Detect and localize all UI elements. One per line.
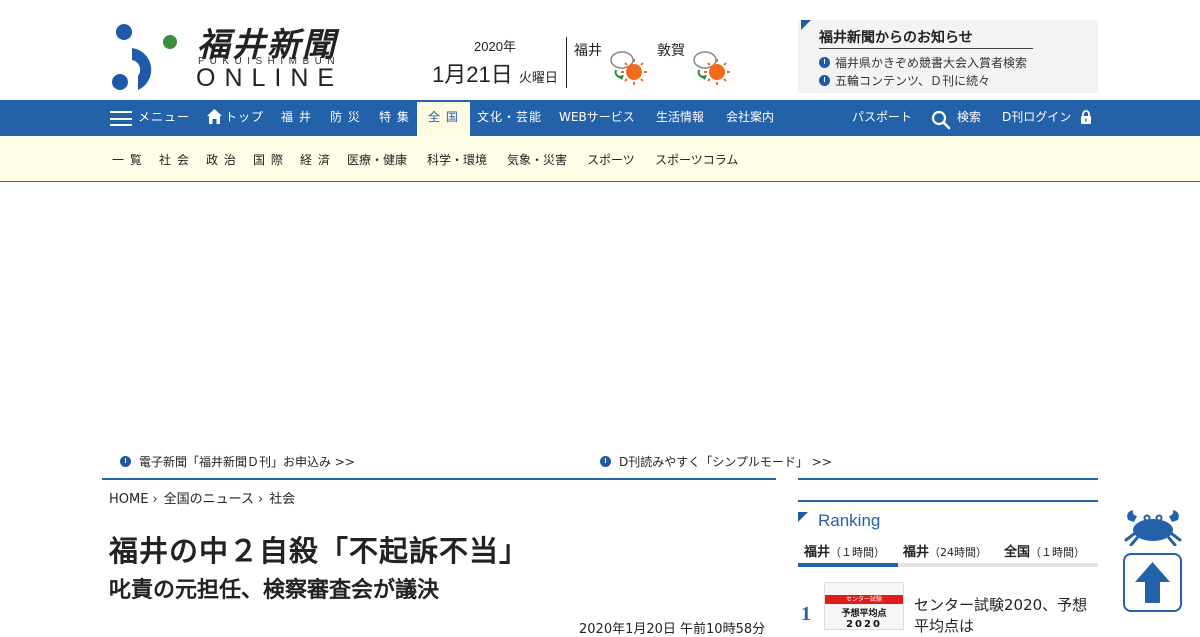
ranking-tab-indicator <box>798 563 898 567</box>
promo-link-label: D刊読みやすく「シンプルモード」 >> <box>619 455 832 469</box>
back-to-top-button[interactable] <box>1123 553 1182 612</box>
crab-mascot-icon <box>1124 510 1182 546</box>
thumb-line: 2020 <box>846 619 882 630</box>
subnav-item[interactable]: 社 会 <box>159 151 190 168</box>
nav-item-zenkoku[interactable]: 全 国 <box>417 102 470 136</box>
subnav-item[interactable]: 政 治 <box>206 151 237 168</box>
notice-item[interactable]: 五輪コンテンツ、Ｄ刊に続々 <box>819 72 990 89</box>
info-dot-icon <box>819 75 830 86</box>
arrow-up-icon <box>1135 562 1170 603</box>
notice-title: 福井新聞からのお知らせ <box>819 27 1033 49</box>
notice-item-label: 福井県かきぞめ競書大会入賞者検索 <box>835 56 1028 70</box>
search-icon[interactable] <box>931 110 951 130</box>
info-dot-icon <box>600 456 611 467</box>
sidebar-divider <box>798 500 1098 502</box>
subnav-item[interactable]: スポーツコラム <box>655 151 738 168</box>
nav-item-fukui[interactable]: 福 井 <box>281 100 312 136</box>
weather-tsuruga[interactable]: 敦賀 <box>657 38 747 88</box>
date-monthday-value: 1月21日 <box>432 62 513 87</box>
date-year: 2020年 <box>474 39 516 54</box>
corner-marker-icon <box>798 512 808 522</box>
ranking-tab-fukui-24h[interactable]: 福井（24時間） <box>903 541 987 560</box>
sidebar-divider <box>798 478 1098 480</box>
search-button[interactable]: 検索 <box>957 100 981 136</box>
category-subnav: 一 覧 社 会 政 治 国 際 経 済 医療・健康 科学・環境 気象・災害 スポ… <box>0 136 1200 182</box>
nav-item-company[interactable]: 会社案内 <box>726 100 774 136</box>
logo-online-text: ONLINE <box>196 64 344 92</box>
home-icon[interactable] <box>206 108 223 125</box>
date-weekday: 火曜日 <box>518 71 558 86</box>
subnav-item[interactable]: 科学・環境 <box>427 151 487 168</box>
date-monthday: 1月21日 火曜日 <box>425 57 565 89</box>
hamburger-icon[interactable] <box>110 111 132 126</box>
ranking-tab-span: （24時間） <box>929 546 988 559</box>
cloudy-then-sunny-icon <box>693 51 730 85</box>
subnav-item[interactable]: 気象・災害 <box>507 151 567 168</box>
thumb-band: センター試験 <box>825 595 903 604</box>
date-divider <box>566 37 567 88</box>
ranking-tab-span: （１時間） <box>830 546 886 559</box>
subnav-item[interactable]: 一 覧 <box>112 151 143 168</box>
weather-city: 福井 <box>574 43 602 59</box>
chevron-right-icon: › <box>258 492 264 507</box>
ranking-tab-label: 福井 <box>903 545 930 560</box>
notice-item[interactable]: 福井県かきぞめ競書大会入賞者検索 <box>819 54 1027 71</box>
info-dot-icon <box>819 57 830 68</box>
breadcrumb-current: 社会 <box>269 492 296 507</box>
passport-link[interactable]: パスポート <box>852 100 912 136</box>
nav-item-bousai[interactable]: 防 災 <box>330 100 361 136</box>
site-header: 福井新聞 FUKUISHIMBUN ONLINE 2020年 1月21日 火曜日… <box>0 0 1200 100</box>
published-timestamp: 2020年1月20日 午前10時58分 <box>579 622 766 637</box>
rank-number: 1 <box>801 603 811 625</box>
cloudy-then-sunny-icon <box>610 51 647 85</box>
ranking-tab-fukui-1h[interactable]: 福井（１時間） <box>804 541 885 560</box>
breadcrumb-home[interactable]: HOME <box>109 492 148 507</box>
subnav-item[interactable]: スポーツ <box>587 151 635 168</box>
ranking-tab-label: 福井 <box>804 545 831 560</box>
content-divider <box>102 478 776 480</box>
promo-link-simple-mode[interactable]: D刊読みやすく「シンプルモード」 >> <box>600 453 832 470</box>
login-link[interactable]: D刊ログイン <box>1002 100 1071 136</box>
lock-icon <box>1081 110 1091 124</box>
logo-mark-icon <box>112 24 177 90</box>
article-title: 福井の中２自殺「不起訴不当」 <box>109 534 530 568</box>
breadcrumb: HOME › 全国のニュース › 社会 <box>109 488 295 507</box>
info-dot-icon <box>120 456 131 467</box>
main-nav: メニュー トップ 福 井 防 災 特 集 全 国 文化・芸能 WEBサービス 生… <box>0 100 1200 136</box>
breadcrumb-category[interactable]: 全国のニュース <box>164 492 254 507</box>
corner-marker-icon <box>801 20 811 30</box>
ranking-tab-span: （１時間） <box>1030 546 1086 559</box>
nav-item-web-services[interactable]: WEBサービス <box>559 100 635 136</box>
promo-link-label: 電子新聞「福井新聞Ｄ刊」お申込み >> <box>139 455 355 469</box>
weather-city: 敦賀 <box>657 43 685 59</box>
subnav-item[interactable]: 医療・健康 <box>347 151 407 168</box>
weather-fukui[interactable]: 福井 <box>574 38 664 88</box>
subnav-item[interactable]: 経 済 <box>300 151 331 168</box>
ranking-heading: Ranking <box>818 511 881 530</box>
promo-link-dkan[interactable]: 電子新聞「福井新聞Ｄ刊」お申込み >> <box>120 453 355 470</box>
nav-item-top[interactable]: トップ <box>225 100 264 136</box>
notice-item-label: 五輪コンテンツ、Ｄ刊に続々 <box>835 74 991 88</box>
ranking-tab-national-1h[interactable]: 全国（１時間） <box>1004 541 1085 560</box>
subnav-item[interactable]: 国 際 <box>253 151 284 168</box>
ranking-tab-label: 全国 <box>1004 545 1031 560</box>
menu-button[interactable]: メニュー <box>138 100 190 136</box>
ranking-item-link[interactable]: センター試験2020、予想平均点は <box>914 595 1098 637</box>
ranking-thumbnail[interactable]: センター試験 予想平均点 2020 <box>824 582 904 630</box>
nav-item-culture[interactable]: 文化・芸能 <box>477 100 542 136</box>
notice-box: 福井新聞からのお知らせ 福井県かきぞめ競書大会入賞者検索 五輪コンテンツ、Ｄ刊に… <box>798 20 1098 93</box>
chevron-right-icon: › <box>152 492 158 507</box>
article-subtitle: 叱責の元担任、検察審査会が議決 <box>109 578 440 603</box>
date-display: 2020年 1月21日 火曜日 <box>425 36 565 89</box>
thumb-line: 予想平均点 <box>841 609 887 619</box>
nav-item-life[interactable]: 生活情報 <box>656 100 704 136</box>
site-logo[interactable]: 福井新聞 FUKUISHIMBUN ONLINE <box>110 18 360 93</box>
nav-item-tokushu[interactable]: 特 集 <box>379 100 410 136</box>
